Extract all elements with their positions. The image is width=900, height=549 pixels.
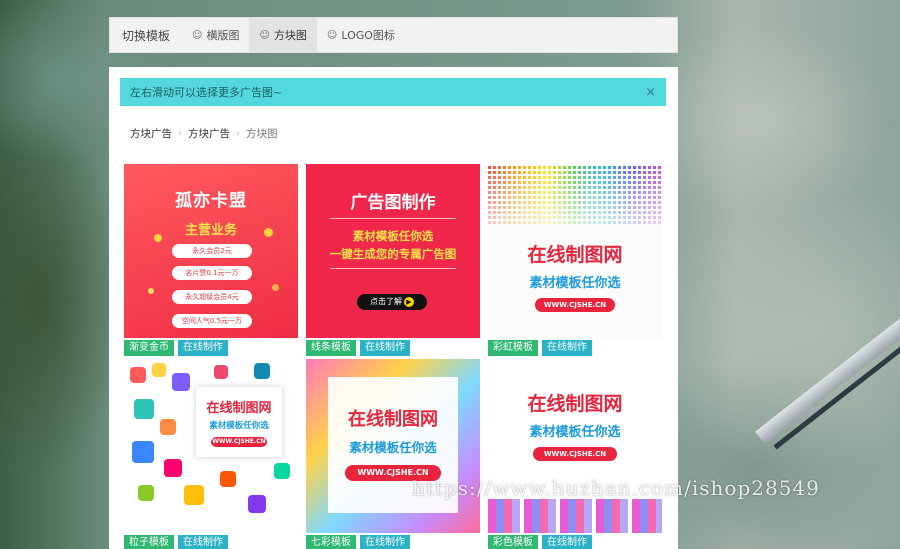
particle: [164, 459, 182, 477]
preview-url: WWW.CJSHE.CN: [535, 298, 615, 312]
tab-horizontal[interactable]: ☺ 横版图: [182, 18, 249, 52]
preview-url: WWW.CJSHE.CN: [211, 437, 267, 447]
info-alert: 左右滑动可以选择更多广告图~ ×: [120, 78, 666, 106]
preview-subtitle: 素材模板任你选: [529, 276, 621, 291]
template-preview: 广告图制作 素材模板任你选 一键生成您的专属广告图 点击了解 ▶: [306, 164, 480, 338]
smile-icon: ☺: [192, 29, 203, 41]
category-tag: 渐变金币: [124, 340, 174, 356]
preview-panel: 在线制图网 素材模板任你选 WWW.CJSHE.CN: [196, 387, 282, 457]
preview-subtitle: 素材模板任你选: [529, 425, 621, 440]
particle: [172, 373, 190, 391]
particle: [248, 495, 266, 513]
divider: [330, 268, 456, 269]
template-preview: 在线制图网 素材模板任你选 WWW.CJSHE.CN: [488, 359, 662, 533]
template-card[interactable]: 孤亦卡盟 主营业务 永久会员2元 名片赞0.1元一万 永久超级会员4元 空间人气…: [124, 164, 298, 358]
category-tag: 彩虹模板: [488, 340, 538, 356]
preview-title: 在线制图网: [527, 244, 623, 266]
preview-title: 广告图制作: [350, 193, 436, 213]
category-tag: 粒子模板: [124, 535, 174, 549]
category-tag: 线条模板: [306, 340, 356, 356]
preview-item: 永久会员2元: [172, 244, 252, 258]
preview-item: 永久超级会员4元: [172, 290, 252, 304]
tab-label: LOGO图标: [341, 29, 395, 42]
particle: [254, 363, 270, 379]
alert-text: 左右滑动可以选择更多广告图~: [130, 86, 283, 99]
template-preview: 孤亦卡盟 主营业务 永久会员2元 名片赞0.1元一万 永久超级会员4元 空间人气…: [124, 164, 298, 338]
card-tags: 七彩模板 在线制作: [306, 535, 410, 549]
card-tags: 彩虹模板 在线制作: [488, 340, 592, 356]
category-tag: 彩色模板: [488, 535, 538, 549]
bridge: [755, 308, 900, 445]
coin-decoration: [148, 288, 154, 294]
make-online-button[interactable]: 在线制作: [542, 340, 592, 356]
template-card[interactable]: 在线制图网 素材模板任你选 WWW.CJSHE.CN 彩色模板 在线制作: [488, 359, 662, 549]
smile-icon: ☺: [326, 29, 338, 41]
learn-more-graphic: 点击了解 ▶: [357, 294, 427, 310]
tab-square[interactable]: ☺ 方块图: [249, 18, 317, 52]
preview-title: 在线制图网: [527, 393, 623, 415]
coin-decoration: [154, 234, 162, 242]
preview-title: 在线制图网: [206, 401, 272, 416]
template-card[interactable]: 在线制图网 素材模板任你选 WWW.CJSHE.CN 彩虹模板 在线制作: [488, 164, 662, 358]
smile-icon: ☺: [259, 29, 270, 41]
make-online-button[interactable]: 在线制作: [178, 340, 228, 356]
make-online-button[interactable]: 在线制作: [542, 535, 592, 549]
template-card[interactable]: 广告图制作 素材模板任你选 一键生成您的专属广告图 点击了解 ▶ 线条模板 在线制…: [306, 164, 480, 358]
preview-title: 孤亦卡盟: [175, 191, 247, 211]
breadcrumb: 方块广告 › 方块广告 › 方块图: [130, 126, 278, 141]
breadcrumb-current: 方块图: [246, 128, 278, 140]
tab-label: 方块图: [273, 29, 307, 42]
tab-label: 横版图: [206, 29, 240, 42]
template-tabbar: 切换模板 ☺ 横版图 ☺ 方块图 ☺ LOGO图标: [109, 17, 678, 53]
tab-logo[interactable]: ☺ LOGO图标: [317, 18, 405, 52]
card-tags: 粒子模板 在线制作: [124, 535, 228, 549]
card-tags: 彩色模板 在线制作: [488, 535, 592, 549]
breadcrumb-item[interactable]: 方块广告: [130, 126, 172, 141]
breadcrumb-item[interactable]: 方块广告: [188, 126, 230, 141]
preview-item: 名片赞0.1元一万: [172, 266, 252, 280]
tabbar-label: 切换模板: [122, 28, 171, 43]
make-online-button[interactable]: 在线制作: [360, 535, 410, 549]
template-card[interactable]: 在线制图网 素材模板任你选 WWW.CJSHE.CN 粒子模板 在线制作: [124, 359, 298, 549]
card-tags: 渐变金币 在线制作: [124, 340, 228, 356]
color-mosaic: [488, 499, 662, 533]
preview-line: 一键生成您的专属广告图: [329, 247, 457, 261]
particle: [152, 363, 166, 377]
particle: [134, 399, 154, 419]
particle: [274, 463, 290, 479]
play-icon: ▶: [404, 297, 414, 307]
preview-subtitle: 素材模板任你选: [349, 440, 437, 455]
template-preview: 在线制图网 素材模板任你选 WWW.CJSHE.CN: [488, 164, 662, 338]
preview-item: 空间人气0.5元一万: [172, 314, 252, 328]
close-icon[interactable]: ×: [645, 85, 656, 100]
template-preview: 在线制图网 素材模板任你选 WWW.CJSHE.CN: [306, 359, 480, 533]
make-online-button[interactable]: 在线制作: [360, 340, 410, 356]
particle: [132, 441, 154, 463]
divider: [330, 218, 456, 219]
coin-decoration: [264, 228, 273, 237]
watermark: https://www.huzhan.com/ishop28549: [412, 476, 820, 500]
particle: [220, 471, 236, 487]
card-tags: 线条模板 在线制作: [306, 340, 410, 356]
particle: [214, 365, 228, 379]
preview-subtitle: 素材模板任你选: [209, 421, 269, 431]
preview-line: 素材模板任你选: [352, 229, 434, 243]
particle: [184, 485, 204, 505]
make-online-button[interactable]: 在线制作: [178, 535, 228, 549]
preview-url: WWW.CJSHE.CN: [533, 447, 617, 461]
chevron-right-icon: ›: [236, 128, 240, 139]
rainbow-bars: [488, 164, 662, 224]
preview-title: 在线制图网: [348, 409, 438, 430]
template-preview: 在线制图网 素材模板任你选 WWW.CJSHE.CN: [124, 359, 298, 533]
particle: [130, 367, 146, 383]
particle: [138, 485, 154, 501]
coin-decoration: [272, 284, 279, 291]
particle: [160, 419, 176, 435]
chevron-right-icon: ›: [178, 128, 182, 139]
category-tag: 七彩模板: [306, 535, 356, 549]
template-card[interactable]: 在线制图网 素材模板任你选 WWW.CJSHE.CN 七彩模板 在线制作: [306, 359, 480, 549]
